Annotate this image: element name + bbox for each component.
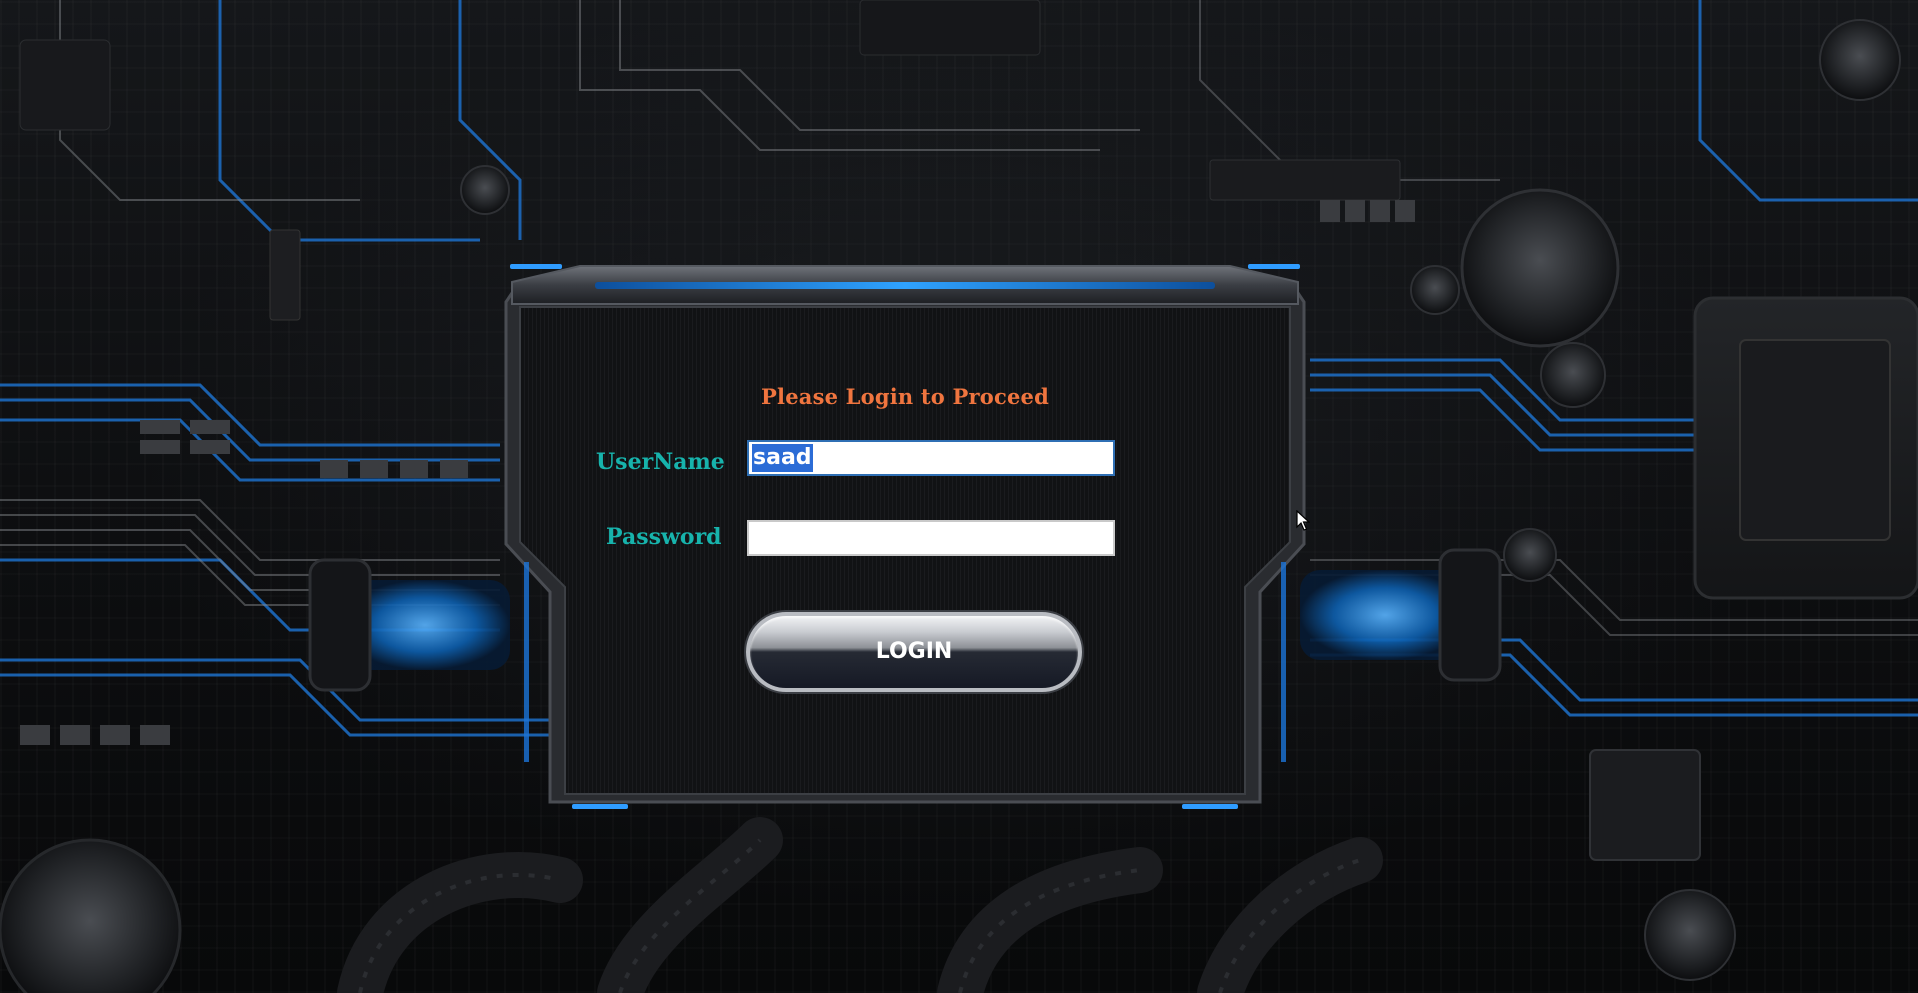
login-button[interactable]: LOGIN [746, 612, 1082, 692]
username-selected-text: saad [752, 444, 813, 472]
username-label: UserName [596, 449, 725, 475]
login-form: Please Login to Proceed UserName saad Pa… [520, 304, 1290, 794]
username-input[interactable]: saad [747, 440, 1115, 476]
login-screen: Please Login to Proceed UserName saad Pa… [0, 0, 1918, 993]
password-label: Password [606, 524, 722, 550]
mouse-pointer-icon [1296, 510, 1310, 531]
login-panel-frame: Please Login to Proceed UserName saad Pa… [500, 262, 1310, 810]
password-input[interactable] [747, 520, 1115, 556]
login-heading: Please Login to Proceed [761, 384, 1049, 409]
